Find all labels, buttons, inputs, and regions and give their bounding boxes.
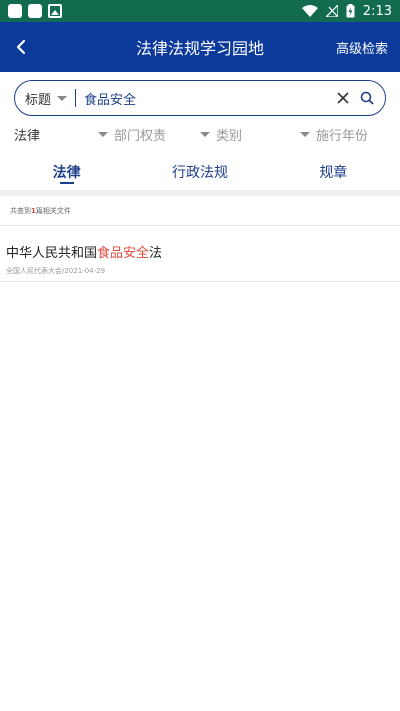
close-icon <box>337 92 349 104</box>
app-notification-icon-2 <box>28 4 42 18</box>
notification-icons <box>8 4 62 18</box>
result-count-suffix: 篇相关文件 <box>35 206 71 215</box>
no-signal-icon <box>325 5 338 17</box>
search-divider <box>75 89 77 107</box>
search-input[interactable] <box>84 90 329 106</box>
dropdown-triangle-icon <box>200 131 210 137</box>
filter-bar: 法律 部门权责 类别 施行年份 <box>14 124 386 144</box>
status-bar: 2:13 <box>0 0 400 22</box>
result-title: 中华人民共和国食品安全法 <box>6 242 400 261</box>
image-notification-icon <box>48 4 62 18</box>
battery-charging-icon <box>346 4 355 18</box>
year-filter-label: 施行年份 <box>316 128 369 144</box>
search-icon <box>360 91 374 105</box>
result-title-text: 中华人民共和国 <box>6 246 98 261</box>
dropdown-triangle-icon <box>300 131 310 137</box>
result-title-suffix: 法 <box>149 246 163 261</box>
back-button[interactable] <box>0 22 42 72</box>
search-bar: 标题 <box>14 80 386 116</box>
type-filter[interactable]: 类别 <box>200 124 300 144</box>
search-field-select[interactable]: 标题 <box>25 89 68 108</box>
tab-law[interactable]: 法律 <box>0 156 133 190</box>
result-item[interactable]: 中华人民共和国食品安全法 全国人民代表大会/2021-04-29 <box>0 236 400 282</box>
tab-administrative-regulations[interactable]: 行政法规 <box>133 156 266 190</box>
search-field-label: 标题 <box>25 92 52 108</box>
result-title-highlight: 食品安全 <box>97 246 150 261</box>
wifi-icon <box>301 5 318 17</box>
year-filter[interactable]: 施行年份 <box>300 124 386 144</box>
advanced-search-button[interactable]: 高级检索 <box>336 38 388 57</box>
category-filter-label: 法律 <box>14 128 41 144</box>
status-time: 2:13 <box>362 3 392 19</box>
app-header: 法律法规学习园地 高级检索 <box>0 22 400 72</box>
category-filter[interactable]: 法律 <box>14 124 98 144</box>
category-tabs: 法律 行政法规 规章 <box>0 156 400 190</box>
type-filter-label: 类别 <box>216 128 243 144</box>
dropdown-triangle-icon <box>98 131 108 137</box>
app-notification-icon <box>8 4 22 18</box>
search-button[interactable] <box>357 88 377 108</box>
result-count: 共查到 1 篇相关文件 <box>0 196 400 226</box>
result-meta: 全国人民代表大会/2021-04-29 <box>6 267 106 275</box>
back-arrow-icon <box>16 39 26 55</box>
dropdown-triangle-icon <box>57 95 68 101</box>
clear-button[interactable] <box>333 88 353 108</box>
result-count-prefix: 共查到 <box>10 206 31 215</box>
department-filter-label: 部门权责 <box>114 128 167 144</box>
tab-rules[interactable]: 规章 <box>267 156 400 190</box>
department-filter[interactable]: 部门权责 <box>98 124 200 144</box>
